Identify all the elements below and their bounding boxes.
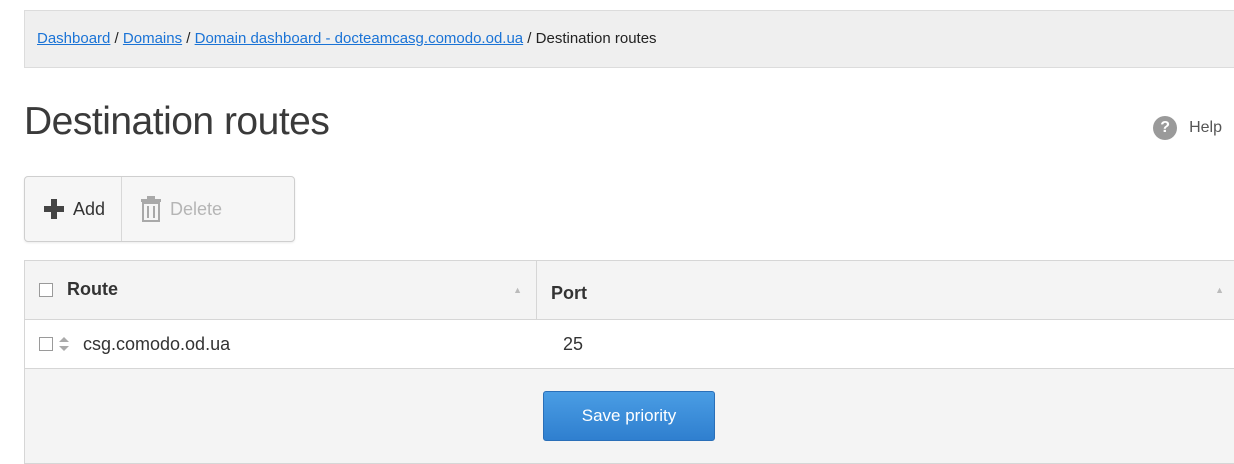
help-label: Help	[1189, 119, 1222, 136]
help-link[interactable]: ? Help	[1153, 116, 1222, 140]
sort-arrow-icon[interactable]: ▲	[513, 285, 522, 295]
breadcrumb-link-domains[interactable]: Domains	[123, 30, 182, 47]
column-title-port: Port	[551, 283, 587, 303]
cell-route: csg.comodo.od.ua	[25, 320, 537, 368]
trash-icon	[141, 196, 162, 222]
plus-icon	[44, 199, 64, 219]
question-icon: ?	[1153, 116, 1178, 140]
breadcrumb: Dashboard / Domains / Domain dashboard -…	[24, 10, 1234, 68]
breadcrumb-separator: /	[523, 30, 536, 47]
sort-arrow-icon[interactable]: ▲	[1215, 285, 1224, 295]
delete-label: Delete	[170, 198, 223, 219]
column-title-route: Route	[67, 279, 118, 299]
column-header-route[interactable]: Route ▲	[25, 261, 537, 319]
delete-button[interactable]: Delete	[121, 177, 238, 241]
route-value: csg.comodo.od.ua	[83, 334, 231, 354]
row-checkbox[interactable]	[39, 337, 53, 351]
breadcrumb-link-dashboard[interactable]: Dashboard	[37, 30, 110, 47]
cell-port: 25	[537, 320, 1234, 368]
select-all-checkbox[interactable]	[39, 283, 53, 297]
breadcrumb-separator: /	[182, 30, 195, 47]
drag-handle-icon[interactable]	[59, 337, 69, 351]
table-footer: Save priority	[25, 369, 1234, 463]
breadcrumb-current: Destination routes	[535, 30, 657, 47]
toolbar: Add Delete	[24, 176, 295, 242]
column-header-port[interactable]: Port ▲	[537, 261, 1234, 319]
add-label: Add	[73, 198, 106, 219]
breadcrumb-separator: /	[110, 30, 123, 47]
save-priority-button[interactable]: Save priority	[543, 391, 715, 441]
page-title: Destination routes	[24, 100, 330, 143]
table-row[interactable]: csg.comodo.od.ua 25	[25, 320, 1234, 369]
routes-table: Route ▲ Port ▲ csg.comodo.od.ua 25 Save …	[24, 260, 1234, 464]
port-value: 25	[563, 334, 584, 354]
breadcrumb-link-domain-dashboard[interactable]: Domain dashboard - docteamcasg.comodo.od…	[195, 30, 524, 47]
table-header: Route ▲ Port ▲	[25, 261, 1234, 320]
page: Dashboard / Domains / Domain dashboard -…	[24, 0, 1234, 464]
add-button[interactable]: Add	[25, 177, 121, 241]
